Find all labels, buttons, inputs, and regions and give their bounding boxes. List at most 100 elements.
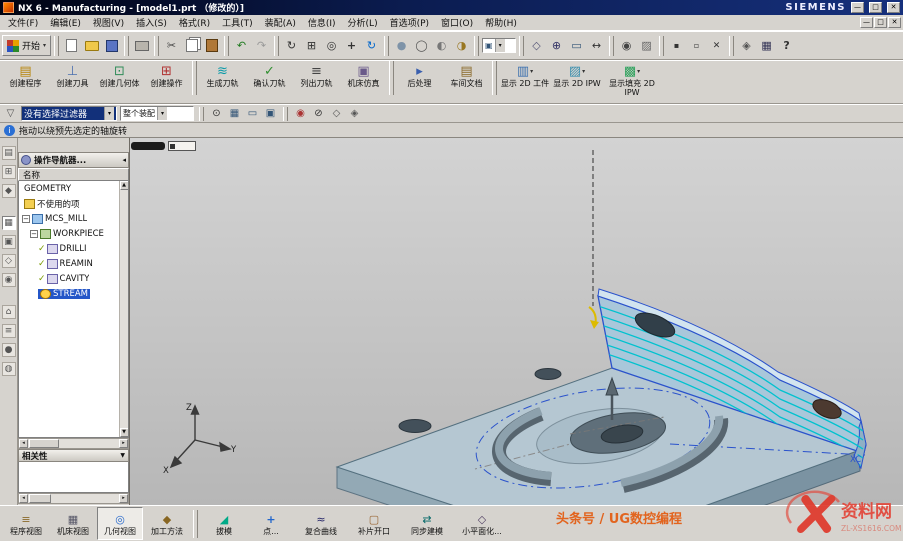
chevron-down-icon[interactable]: ▾ [104, 107, 114, 120]
zoom-view-button[interactable]: ◎ [322, 36, 341, 55]
window-layout-button[interactable]: ▦ [757, 36, 776, 55]
machine-tool-view-button[interactable]: ▦ 机床视图 [50, 507, 96, 540]
measure-distance-button[interactable]: ↔ [587, 36, 606, 55]
menu-insert[interactable]: 插入(S) [130, 15, 173, 30]
reuse-library-icon[interactable]: ◇ [2, 254, 16, 268]
tree-row-workpiece[interactable]: − WORKPIECE [19, 226, 128, 241]
refresh-view-button[interactable]: ↻ [282, 36, 301, 55]
menu-information[interactable]: 信息(I) [302, 15, 342, 30]
draft-button[interactable]: ◢ 拔模 [201, 507, 247, 540]
dependencies-scrollbar[interactable]: ◂ ▸ [18, 493, 129, 504]
create-operation-button[interactable]: ⊞ 创建操作 [143, 61, 190, 103]
program-order-view-button[interactable]: ≡ 程序视图 [3, 507, 49, 540]
tree-row-drilling[interactable]: ✓ DRILLI [19, 241, 128, 256]
shop-doc-button[interactable]: ▤ 车间文档 [443, 61, 490, 103]
point-button[interactable]: + 点... [248, 507, 294, 540]
machine-simulation-button[interactable]: ▣ 机床仿真 [340, 61, 387, 103]
tree-row-mcs-mill[interactable]: − MCS_MILL [19, 211, 128, 226]
collapse-node-icon[interactable]: − [30, 230, 38, 238]
start-menu-button[interactable]: 开始 ▾ [2, 35, 51, 56]
collapse-panel-icon[interactable]: ◂ [122, 156, 126, 164]
navigator-header[interactable]: 操作导航器... ◂ [18, 152, 129, 168]
menu-edit[interactable]: 编辑(E) [44, 15, 87, 30]
menu-assemblies[interactable]: 装配(A) [259, 15, 302, 30]
hd3d-tools-icon[interactable]: ◉ [2, 273, 16, 287]
operation-navigator-icon[interactable]: ▦ [2, 216, 16, 230]
snap-toggle-icon[interactable]: ⊙ [209, 106, 224, 121]
redo-button[interactable]: ↷ [252, 36, 271, 55]
model-hole[interactable] [535, 369, 561, 380]
geometry-view-button[interactable]: ◎ 几何视图 [97, 507, 143, 540]
verify-toolpath-button[interactable]: ✓ 确认刀轨 [246, 61, 293, 103]
child-minimize-icon[interactable]: — [860, 17, 873, 28]
menu-format[interactable]: 格式(R) [173, 15, 216, 30]
fit-view-button[interactable]: ⊞ [302, 36, 321, 55]
edit-object-display-button[interactable]: ▨ [637, 36, 656, 55]
select-body-icon[interactable]: ▣ [263, 106, 278, 121]
snap-mid-button[interactable]: ▫ [687, 36, 706, 55]
undo-button[interactable]: ↶ [232, 36, 251, 55]
studio-view-button[interactable]: ◐ [432, 36, 451, 55]
select-edge-icon[interactable]: ▭ [245, 106, 260, 121]
create-program-button[interactable]: ▤ 创建程序 [2, 61, 49, 103]
wireframe-view-button[interactable]: ◯ [412, 36, 431, 55]
tree-row-streamline[interactable]: STREAM [19, 286, 128, 301]
child-close-icon[interactable]: ✕ [888, 17, 901, 28]
scroll-right-icon[interactable]: ▸ [119, 439, 128, 448]
shaded-view-button[interactable]: ● [392, 36, 411, 55]
graphics-window[interactable]: Z Y X XC [130, 138, 903, 505]
model-canvas[interactable]: Z Y X XC [130, 138, 903, 505]
child-restore-icon[interactable]: □ [874, 17, 887, 28]
view-split-handle[interactable] [131, 142, 165, 150]
menu-preferences[interactable]: 首选项(P) [384, 15, 435, 30]
select-face-icon[interactable]: ▦ [227, 106, 242, 121]
qc-select-icon[interactable]: ◇ [329, 106, 344, 121]
part-navigator-icon[interactable]: ◆ [2, 184, 16, 198]
cut-button[interactable]: ✂ [162, 36, 181, 55]
scroll-up-icon[interactable]: ▲ [120, 181, 129, 190]
assembly-navigator-icon[interactable]: ▤ [2, 146, 16, 160]
title-bar[interactable]: NX 6 - Manufacturing - [model1.prt （修改的）… [0, 0, 903, 15]
collapse-node-icon[interactable]: − [22, 215, 30, 223]
navigator-horizontal-scrollbar[interactable]: ◂ ▸ [18, 438, 129, 449]
new-file-button[interactable] [62, 36, 81, 55]
pan-view-button[interactable]: + [342, 36, 361, 55]
highlight-icon[interactable]: ◉ [293, 106, 308, 121]
print-button[interactable] [132, 36, 151, 55]
save-button[interactable] [102, 36, 121, 55]
deselect-all-icon[interactable]: ⊘ [311, 106, 326, 121]
datum-csys-button[interactable]: ◇ [527, 36, 546, 55]
machine-navigator-icon[interactable]: ▣ [2, 235, 16, 249]
constraint-navigator-icon[interactable]: ⊞ [2, 165, 16, 179]
face-analysis-button[interactable]: ◑ [452, 36, 471, 55]
scroll-down-icon[interactable]: ▼ [120, 428, 129, 437]
facet-body-button[interactable]: ◇ 小平面化... [454, 507, 510, 540]
navigator-column-header[interactable]: 名称 [18, 168, 129, 181]
close-icon[interactable]: ✕ [887, 2, 900, 13]
menu-help[interactable]: 帮助(H) [479, 15, 523, 30]
chevron-down-icon[interactable]: ▾ [495, 39, 505, 52]
system-scenes-icon[interactable]: ◍ [2, 362, 16, 376]
show-filled-2d-ipw-button[interactable]: ▩▾ 显示填充 2D IPW [603, 61, 661, 103]
machining-method-view-button[interactable]: ◆ 加工方法 [144, 507, 190, 540]
paste-button[interactable] [202, 36, 221, 55]
copy-button[interactable] [182, 36, 201, 55]
tree-row-unused-items[interactable]: 不使用的项 [19, 196, 128, 211]
scroll-left-icon[interactable]: ◂ [19, 494, 28, 503]
patch-opening-button[interactable]: ▢ 补片开口 [348, 507, 400, 540]
plane-button[interactable]: ▭ [567, 36, 586, 55]
scrollbar-thumb[interactable] [29, 494, 51, 503]
show-2d-workpiece-button[interactable]: ▥▾ 显示 2D 工件 [499, 61, 551, 103]
create-tool-button[interactable]: ⊥ 创建刀具 [49, 61, 96, 103]
composite-curve-button[interactable]: ≈ 复合曲线 [295, 507, 347, 540]
selection-filter-combo[interactable]: 没有选择过滤器 ▾ [21, 106, 117, 121]
scroll-left-icon[interactable]: ◂ [19, 439, 28, 448]
minimize-icon[interactable]: — [851, 2, 864, 13]
tree-row-cavity[interactable]: ✓ CAVITY [19, 271, 128, 286]
menu-view[interactable]: 视图(V) [87, 15, 130, 30]
menu-analysis[interactable]: 分析(L) [342, 15, 384, 30]
selection-scope-combo[interactable]: 整个装配 ▾ [120, 106, 194, 121]
find-object-icon[interactable]: ◈ [347, 106, 362, 121]
web-browser-icon[interactable]: ⌂ [2, 305, 16, 319]
navigator-vertical-scrollbar[interactable]: ▲ ▼ [119, 181, 128, 437]
